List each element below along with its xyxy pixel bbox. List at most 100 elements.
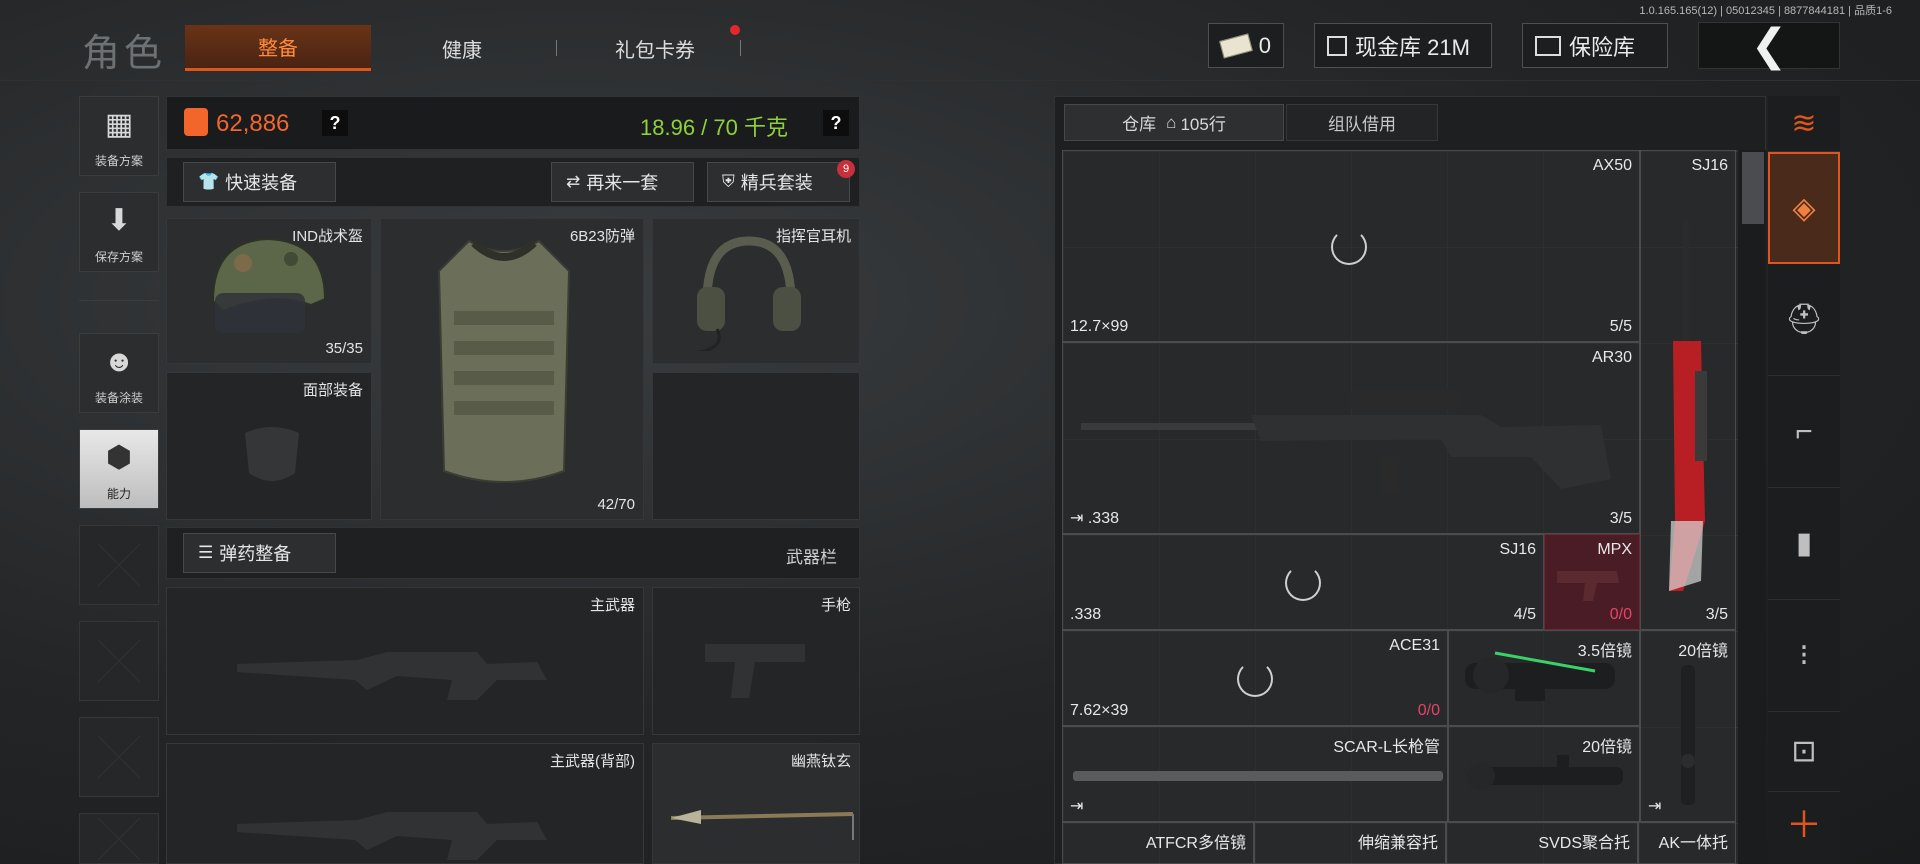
- weight-help-button[interactable]: ?: [823, 110, 849, 136]
- tab-storage-label: 仓库: [1122, 115, 1157, 134]
- safe-label: 保险库: [1569, 34, 1636, 60]
- storage-item[interactable]: AK一体托: [1638, 822, 1736, 864]
- cash-icon: [1219, 32, 1253, 59]
- storage-item[interactable]: SVDS聚合托: [1446, 822, 1638, 864]
- item-name: 20倍镜: [1582, 739, 1632, 756]
- rifle-icon[interactable]: ⌐: [1768, 376, 1840, 488]
- tab-equip[interactable]: 整备: [185, 25, 371, 71]
- weight-text: 18.96 / 70 千克: [640, 115, 788, 140]
- side-ability[interactable]: ⬢ 能力: [79, 429, 159, 509]
- sight-icon[interactable]: ⊡: [1768, 712, 1840, 792]
- safe-button[interactable]: 保险库: [1522, 23, 1668, 68]
- empty-side-slot: [79, 621, 159, 701]
- side-loadout[interactable]: ▦ 装备方案: [79, 96, 159, 176]
- scrollbar[interactable]: [1738, 150, 1766, 864]
- safe-icon: [1535, 35, 1561, 56]
- shirt-icon: 👕: [198, 172, 220, 191]
- face-slot-name: 面部装备: [302, 382, 363, 399]
- armor-slot[interactable]: 6B23防弹 42/70: [380, 218, 644, 520]
- storage-item[interactable]: 伸缩兼容托: [1254, 822, 1446, 864]
- sniper-rifle-image: [1081, 389, 1611, 493]
- item-name: SJ16: [1691, 157, 1728, 174]
- helmet-icon[interactable]: ⛑: [1768, 264, 1840, 376]
- again-button[interactable]: ⇄ 再来一套: [551, 162, 694, 202]
- pistol-slot[interactable]: 手枪: [652, 587, 860, 735]
- storage-item[interactable]: 20倍镜: [1448, 726, 1640, 822]
- soldier-icon: ☻: [103, 344, 135, 378]
- move-out-icon: ⇥: [1070, 510, 1084, 527]
- item-name: SVDS聚合托: [1538, 835, 1630, 852]
- cash-counter[interactable]: 0: [1208, 23, 1284, 68]
- tab-equip-label: 整备: [258, 38, 298, 60]
- tab-health[interactable]: 健康: [400, 25, 524, 71]
- item-name: 3.5倍镜: [1577, 643, 1632, 660]
- storage-item[interactable]: ACE31 0/0 7.62×39: [1062, 630, 1448, 726]
- storage-rows: 105行: [1180, 115, 1226, 134]
- headset-slot[interactable]: 指挥官耳机: [652, 218, 860, 364]
- storage-item[interactable]: ATFCR多倍镜: [1062, 822, 1254, 864]
- primary-weapon-slot[interactable]: 主武器: [166, 587, 644, 735]
- scrollbar-thumb[interactable]: [1742, 152, 1764, 224]
- side-ability-label: 能力: [106, 487, 131, 501]
- elite-count-badge: 9: [837, 160, 855, 178]
- bullet-icon[interactable]: ⁝: [1768, 600, 1840, 712]
- magazine-icon[interactable]: ▮: [1768, 488, 1840, 600]
- move-out-icon: ⇥: [1070, 798, 1084, 815]
- stack-icon[interactable]: ◈: [1768, 152, 1840, 264]
- sniper-rifle-image: [1669, 221, 1707, 591]
- melee-slot[interactable]: 幽燕钛玄: [652, 743, 860, 864]
- version-text: 1.0.165.165(12) | 05012345 | 8877844181 …: [1639, 5, 1892, 17]
- layers-icon[interactable]: ≋: [1768, 96, 1840, 152]
- side-skin[interactable]: ☻ 装备涂装: [79, 333, 159, 413]
- ammo-equip-button[interactable]: ☰ 弹药整备: [183, 533, 336, 573]
- back-weapon-slot[interactable]: 主武器(背部): [166, 743, 644, 864]
- top-divider: [0, 80, 1920, 81]
- tab-team-borrow[interactable]: 组队借用: [1286, 104, 1438, 141]
- tab-divider: [556, 40, 557, 56]
- barrel-image: [1073, 771, 1443, 781]
- item-count: 0/0: [1417, 702, 1440, 719]
- total-value: 62,886: [216, 110, 290, 137]
- helmet-image: [211, 237, 327, 333]
- item-caliber: 7.62×39: [1070, 702, 1129, 719]
- plus-icon[interactable]: ＋: [1768, 792, 1840, 852]
- storage-item[interactable]: SJ16 4/5 .338: [1062, 534, 1544, 630]
- item-count: 5/5: [1609, 318, 1632, 335]
- cash-count: 0: [1258, 32, 1271, 58]
- scope-image: [1467, 755, 1623, 790]
- face-slot[interactable]: 面部装备: [166, 372, 372, 520]
- helmet-durability: 35/35: [325, 340, 363, 357]
- tab-storage[interactable]: 仓库 ⌂ 105行: [1064, 104, 1284, 141]
- empty-gear-slot: [652, 372, 860, 520]
- item-name: MPX: [1597, 541, 1632, 558]
- storage-item[interactable]: AR30 3/5 ⇥ .338: [1062, 342, 1640, 534]
- storage-item[interactable]: 20倍镜 ⇥: [1640, 630, 1736, 822]
- storage-item[interactable]: AX50 5/5 12.7×99: [1062, 150, 1640, 342]
- elite-set-button[interactable]: ⛨ 精兵套装: [707, 162, 850, 202]
- storage-item[interactable]: MPX 0/0: [1544, 534, 1640, 630]
- smg-image: [1557, 571, 1619, 601]
- side-divider: [79, 300, 159, 301]
- item-count: 3/5: [1609, 510, 1632, 527]
- headset-name: 指挥官耳机: [775, 228, 851, 245]
- scope-image: [1681, 665, 1695, 805]
- storage-item[interactable]: SCAR-L长枪管 ⇥: [1062, 726, 1448, 822]
- primary-weapon-name: 主武器: [589, 597, 635, 614]
- face-mask-placeholder: [245, 427, 299, 481]
- shield-icon: ⛨: [722, 172, 735, 191]
- armor-image: [437, 239, 571, 483]
- empty-side-slot: [79, 717, 159, 797]
- quick-equip-button[interactable]: 👕 快速装备: [183, 162, 336, 202]
- side-save[interactable]: ⬇ 保存方案: [79, 192, 159, 272]
- storage-item[interactable]: SJ16 3/5: [1640, 150, 1736, 630]
- back-icon: ❮: [1750, 21, 1788, 70]
- tab-team-label: 组队借用: [1328, 115, 1396, 134]
- tab-health-label: 健康: [442, 39, 482, 62]
- value-help-button[interactable]: ?: [322, 110, 348, 136]
- helmet-slot[interactable]: IND战术盔 35/35: [166, 218, 372, 364]
- storage-item[interactable]: 3.5倍镜: [1448, 630, 1640, 726]
- tab-gift[interactable]: 礼包卡券: [580, 25, 730, 71]
- cash-store-button[interactable]: 现金库 21M: [1314, 23, 1492, 68]
- back-button[interactable]: ❮: [1698, 21, 1840, 70]
- item-count: 0/0: [1609, 606, 1632, 623]
